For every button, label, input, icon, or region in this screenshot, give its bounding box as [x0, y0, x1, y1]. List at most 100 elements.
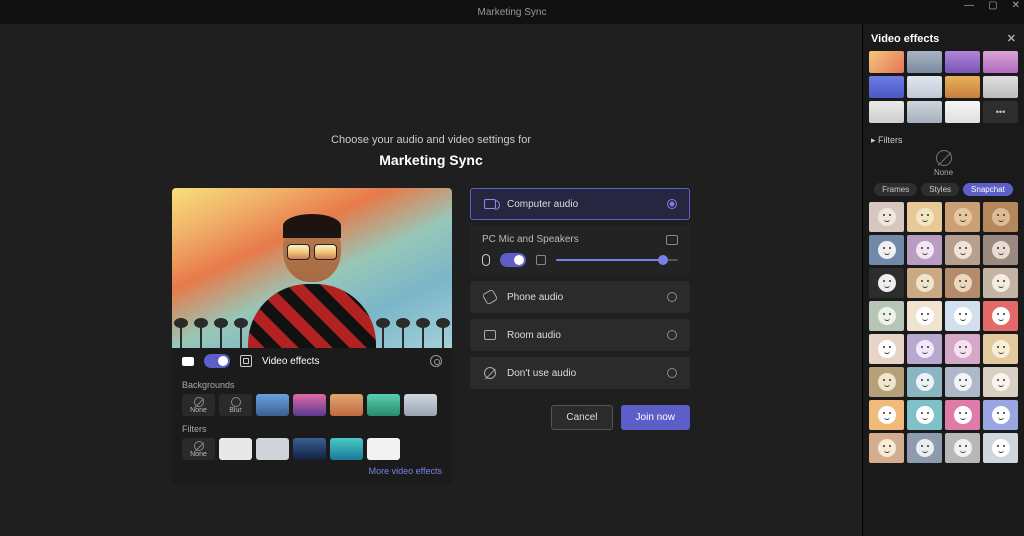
- panel-filter-option[interactable]: [869, 334, 904, 364]
- panel-bg-option[interactable]: [907, 101, 942, 123]
- panel-filter-option[interactable]: [983, 433, 1018, 463]
- panel-filter-option[interactable]: [907, 268, 942, 298]
- video-effects-panel: Video effects ✕ ••• Filters None Frames …: [862, 24, 1024, 536]
- mic-toggle[interactable]: [500, 253, 526, 267]
- close-window-icon[interactable]: ✕: [1012, 0, 1020, 11]
- panel-filter-option[interactable]: [983, 301, 1018, 331]
- filter-option[interactable]: [367, 438, 400, 460]
- panel-filter-option[interactable]: [983, 235, 1018, 265]
- panel-filter-option[interactable]: [907, 202, 942, 232]
- panel-bg-option[interactable]: [945, 76, 980, 98]
- room-icon: [484, 330, 496, 340]
- tab-styles[interactable]: Styles: [921, 183, 959, 196]
- panel-filter-option[interactable]: [945, 301, 980, 331]
- panel-filters-label[interactable]: Filters: [871, 135, 1018, 146]
- bg-blur[interactable]: Blur: [219, 394, 252, 416]
- panel-filter-option[interactable]: [869, 367, 904, 397]
- close-panel-icon[interactable]: ✕: [1007, 32, 1016, 45]
- filters-quick-row: None: [182, 438, 442, 460]
- meeting-name: Marketing Sync: [379, 152, 482, 168]
- panel-filter-option[interactable]: [869, 400, 904, 430]
- audio-option-label: Don't use audio: [507, 368, 576, 379]
- window-title: Marketing Sync: [478, 7, 547, 18]
- panel-bg-option[interactable]: [983, 51, 1018, 73]
- gear-icon[interactable]: [430, 355, 442, 367]
- no-audio-icon: [484, 367, 496, 379]
- speaker-icon: [484, 199, 496, 209]
- camera-icon: [182, 357, 194, 366]
- audio-option-label: Room audio: [507, 330, 561, 341]
- panel-filter-none[interactable]: None: [926, 150, 962, 177]
- video-effects-icon: [240, 355, 252, 367]
- panel-bg-option[interactable]: [945, 51, 980, 73]
- panel-filter-option[interactable]: [907, 301, 942, 331]
- filter-option[interactable]: [219, 438, 252, 460]
- video-preview-card: Video effects Backgrounds None Blur: [172, 188, 452, 484]
- bg-option[interactable]: [330, 394, 363, 416]
- filter-option[interactable]: [256, 438, 289, 460]
- audio-option-room[interactable]: Room audio: [470, 319, 690, 351]
- panel-bg-option[interactable]: [983, 76, 1018, 98]
- panel-filter-option[interactable]: [945, 268, 980, 298]
- audio-option-phone[interactable]: Phone audio: [470, 281, 690, 313]
- panel-filter-option[interactable]: [983, 334, 1018, 364]
- panel-filter-option[interactable]: [907, 400, 942, 430]
- panel-bg-option[interactable]: [869, 51, 904, 73]
- audio-option-none[interactable]: Don't use audio: [470, 357, 690, 389]
- volume-slider[interactable]: [556, 259, 678, 261]
- bg-option[interactable]: [293, 394, 326, 416]
- tab-frames[interactable]: Frames: [874, 183, 917, 196]
- maximize-icon[interactable]: ▢: [988, 0, 997, 11]
- minimize-icon[interactable]: —: [964, 0, 974, 11]
- tab-snapchat[interactable]: Snapchat: [963, 183, 1013, 196]
- bg-option[interactable]: [404, 394, 437, 416]
- panel-filter-option[interactable]: [983, 400, 1018, 430]
- audio-option-computer[interactable]: Computer audio: [470, 188, 690, 220]
- panel-bg-option[interactable]: •••: [983, 101, 1018, 123]
- panel-filter-option[interactable]: [907, 235, 942, 265]
- panel-filter-option[interactable]: [869, 268, 904, 298]
- panel-filter-option[interactable]: [907, 334, 942, 364]
- bg-none[interactable]: None: [182, 394, 215, 416]
- bg-option[interactable]: [367, 394, 400, 416]
- audio-device-name: PC Mic and Speakers: [482, 234, 579, 245]
- panel-filter-option[interactable]: [945, 334, 980, 364]
- panel-filter-option[interactable]: [983, 202, 1018, 232]
- panel-filter-option[interactable]: [983, 367, 1018, 397]
- panel-filter-option[interactable]: [907, 367, 942, 397]
- radio-icon: [667, 368, 677, 378]
- panel-bg-option[interactable]: [945, 101, 980, 123]
- panel-filter-option[interactable]: [907, 433, 942, 463]
- radio-icon: [667, 292, 677, 302]
- panel-filter-option[interactable]: [869, 202, 904, 232]
- cancel-button[interactable]: Cancel: [551, 405, 612, 430]
- audio-device-detail: PC Mic and Speakers: [470, 226, 690, 275]
- panel-filter-option[interactable]: [983, 268, 1018, 298]
- camera-toggle[interactable]: [204, 354, 230, 368]
- panel-filter-option[interactable]: [945, 433, 980, 463]
- panel-bg-option[interactable]: [907, 76, 942, 98]
- panel-filter-option[interactable]: [869, 433, 904, 463]
- settings-heading: Choose your audio and video settings for: [331, 134, 531, 146]
- panel-filter-option[interactable]: [945, 235, 980, 265]
- panel-filter-option[interactable]: [945, 367, 980, 397]
- panel-bg-option[interactable]: [907, 51, 942, 73]
- more-video-effects-link[interactable]: More video effects: [182, 466, 442, 476]
- device-options-icon[interactable]: [666, 235, 678, 245]
- panel-title: Video effects: [871, 33, 939, 45]
- filter-option[interactable]: [330, 438, 363, 460]
- panel-filter-option[interactable]: [945, 202, 980, 232]
- panel-bg-option[interactable]: [869, 76, 904, 98]
- panel-filter-option[interactable]: [869, 301, 904, 331]
- filter-none[interactable]: None: [182, 438, 215, 460]
- window-titlebar: Marketing Sync — ▢ ✕: [0, 0, 1024, 24]
- join-now-button[interactable]: Join now: [621, 405, 690, 430]
- panel-filter-option[interactable]: [945, 400, 980, 430]
- video-effects-label[interactable]: Video effects: [262, 356, 319, 367]
- bg-option[interactable]: [256, 394, 289, 416]
- filter-option[interactable]: [293, 438, 326, 460]
- panel-filter-option[interactable]: [869, 235, 904, 265]
- preview-controls: Video effects: [172, 348, 452, 374]
- panel-backgrounds-grid: •••: [869, 51, 1018, 123]
- panel-bg-option[interactable]: [869, 101, 904, 123]
